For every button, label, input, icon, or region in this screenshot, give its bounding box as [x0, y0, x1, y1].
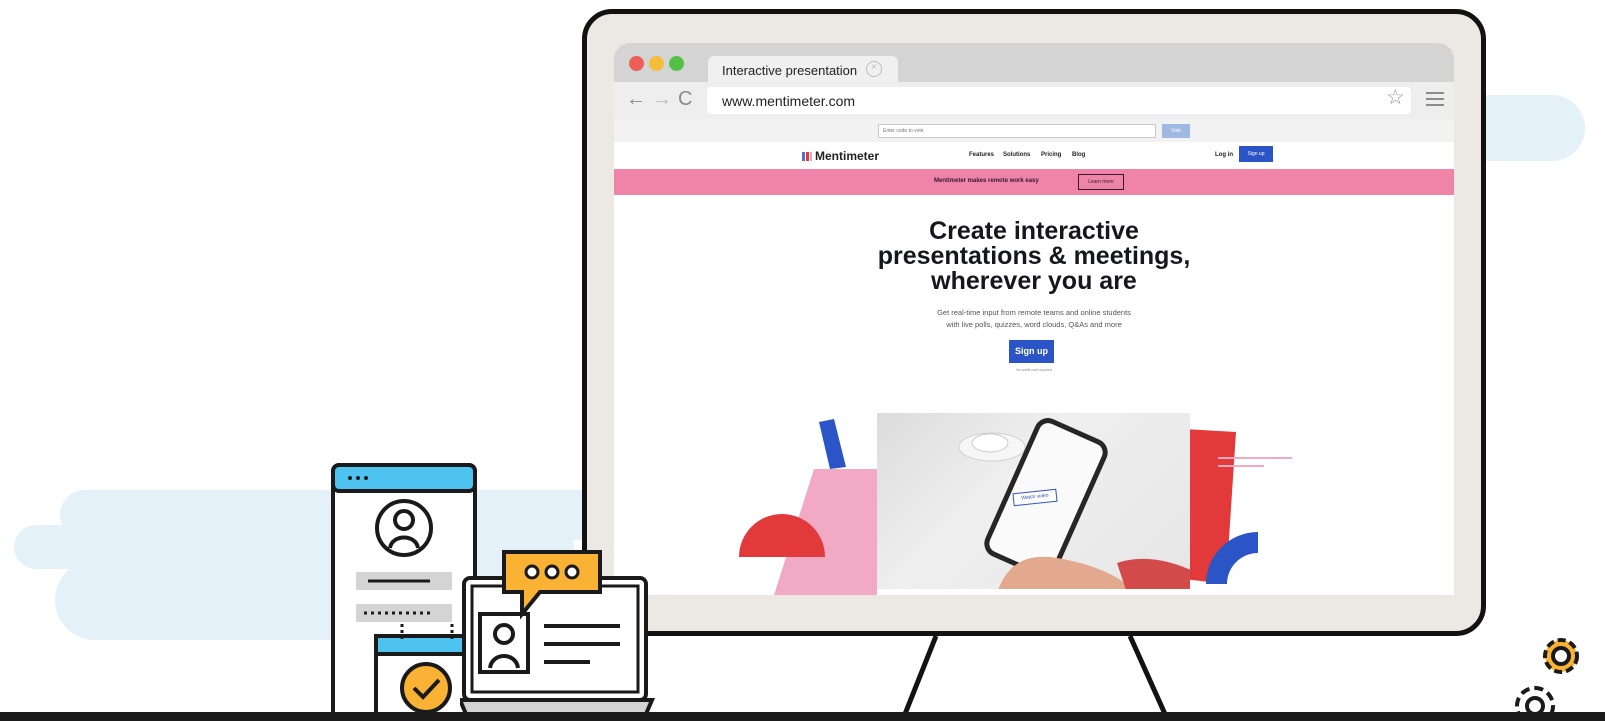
address-bar-url: www.mentimeter.com	[722, 93, 856, 109]
tab-title: Interactive presentation	[722, 63, 858, 78]
promo-text: Mentimeter makes remote work easy	[934, 178, 1039, 184]
laptop-id-card-icon	[460, 550, 655, 716]
ground-line	[0, 712, 1605, 721]
bookmark-star-icon[interactable]: ☆	[1386, 85, 1405, 110]
mentimeter-page: Enter code to vote Vote Mentimeter Featu…	[614, 119, 1454, 595]
site-navbar: Mentimeter Features Solutions Pricing Bl…	[614, 142, 1454, 169]
hero-photo: Watch video	[877, 413, 1190, 589]
subtitle-line: with live polls, quizzes, word clouds, Q…	[946, 320, 1122, 329]
back-arrow-icon[interactable]: ←	[626, 88, 646, 110]
nav-link-blog[interactable]: Blog	[1072, 152, 1085, 158]
hero-line: wherever you are	[931, 267, 1137, 295]
gears-icon	[1515, 638, 1579, 718]
subtitle-line: Get real-time input from remote teams an…	[937, 308, 1131, 317]
nav-link-solutions[interactable]: Solutions	[1003, 152, 1030, 158]
learn-more-button[interactable]: Learn more	[1078, 174, 1124, 190]
decorative-shapes-right	[1184, 429, 1292, 584]
mentimeter-logo[interactable]: Mentimeter	[802, 149, 879, 163]
hero-heading: Create interactive presentations & meeti…	[614, 219, 1454, 294]
login-link[interactable]: Log in	[1215, 152, 1233, 158]
browser-toolbar: ← → C www.mentimeter.com ☆	[614, 82, 1454, 119]
hero-subtitle: Get real-time input from remote teams an…	[614, 307, 1454, 331]
promo-banner: Mentimeter makes remote work easy Learn …	[614, 169, 1454, 195]
reload-icon[interactable]: C	[678, 88, 692, 110]
logo-text: Mentimeter	[815, 149, 880, 163]
mentimeter-logo-icon	[802, 152, 812, 161]
signup-button-nav[interactable]: Sign up	[1239, 146, 1273, 162]
vote-button[interactable]: Vote	[1162, 124, 1190, 138]
monitor-stand	[902, 636, 1168, 716]
browser-window: Interactive presentation × ← → C www.men…	[614, 43, 1454, 595]
tab-interactive-presentation[interactable]: Interactive presentation ×	[708, 56, 898, 84]
hero-line: Create interactive	[929, 217, 1139, 245]
vote-bar: Enter code to vote Vote	[614, 119, 1454, 142]
hamburger-menu-icon[interactable]	[1426, 92, 1444, 106]
decorative-shapes-left	[739, 419, 877, 595]
cta-note: No credit card required	[1016, 368, 1052, 372]
minimize-window-dot[interactable]	[649, 56, 664, 71]
vote-code-input[interactable]: Enter code to vote	[878, 124, 1156, 138]
tab-bar: Interactive presentation ×	[614, 43, 1454, 84]
maximize-window-dot[interactable]	[669, 56, 684, 71]
nav-link-pricing[interactable]: Pricing	[1041, 152, 1061, 158]
hero-line: presentations & meetings,	[877, 242, 1191, 270]
nav-link-features[interactable]: Features	[969, 152, 994, 158]
hand-illustration	[998, 556, 1190, 589]
signup-cta-button[interactable]: Sign up	[1009, 340, 1054, 363]
address-bar[interactable]: www.mentimeter.com	[707, 87, 1411, 114]
forward-arrow-icon[interactable]: →	[652, 88, 672, 110]
close-window-dot[interactable]	[629, 56, 644, 71]
tab-close-icon[interactable]: ×	[866, 61, 882, 77]
